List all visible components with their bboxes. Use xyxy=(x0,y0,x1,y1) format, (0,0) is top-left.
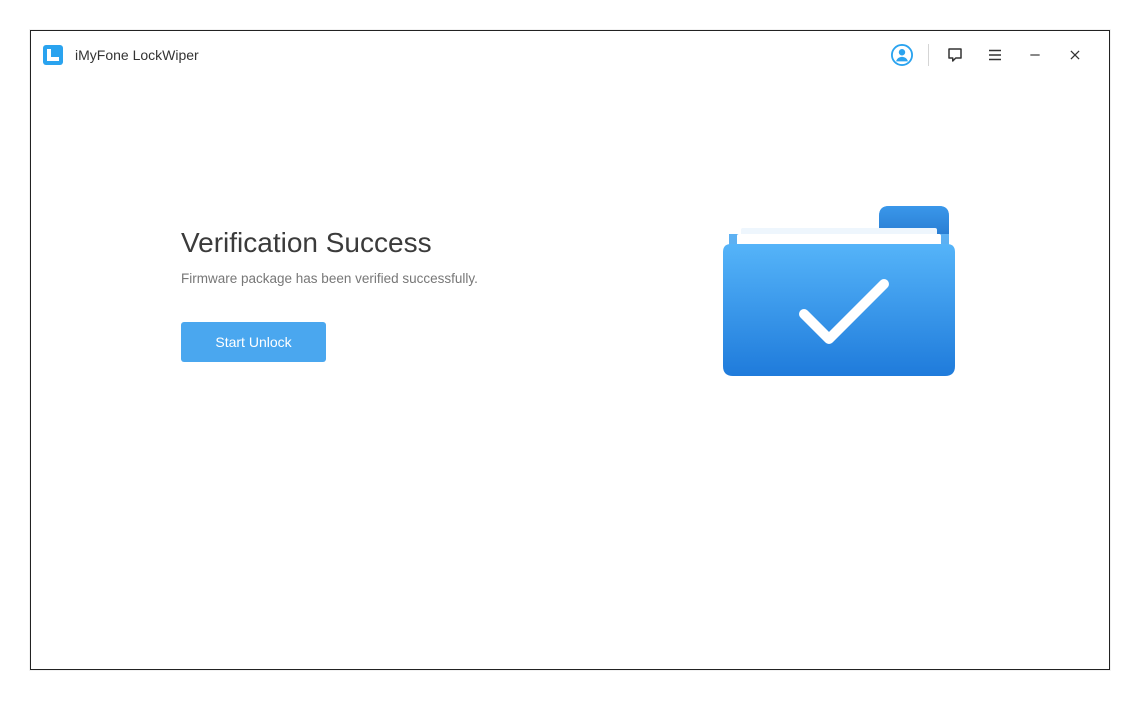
right-pane xyxy=(709,194,969,394)
folder-check-icon xyxy=(709,194,969,394)
window: iMyFone LockWiper xyxy=(30,30,1110,670)
feedback-button[interactable] xyxy=(935,31,975,79)
content-area: Verification Success Firmware package ha… xyxy=(31,79,1109,669)
titlebar-divider xyxy=(928,44,929,66)
minimize-button[interactable] xyxy=(1015,31,1055,79)
account-button[interactable] xyxy=(882,31,922,79)
app-title: iMyFone LockWiper xyxy=(75,47,199,63)
speech-bubble-icon xyxy=(946,46,964,64)
page-heading: Verification Success xyxy=(181,227,709,259)
account-icon xyxy=(891,44,913,66)
close-button[interactable] xyxy=(1055,31,1095,79)
minimize-icon xyxy=(1028,48,1042,62)
close-icon xyxy=(1068,48,1082,62)
titlebar: iMyFone LockWiper xyxy=(31,31,1109,79)
hamburger-menu-icon xyxy=(986,46,1004,64)
left-pane: Verification Success Firmware package ha… xyxy=(181,227,709,362)
start-unlock-button[interactable]: Start Unlock xyxy=(181,322,326,362)
menu-button[interactable] xyxy=(975,31,1015,79)
app-logo-icon xyxy=(41,43,65,67)
page-subtext: Firmware package has been verified succe… xyxy=(181,271,709,286)
